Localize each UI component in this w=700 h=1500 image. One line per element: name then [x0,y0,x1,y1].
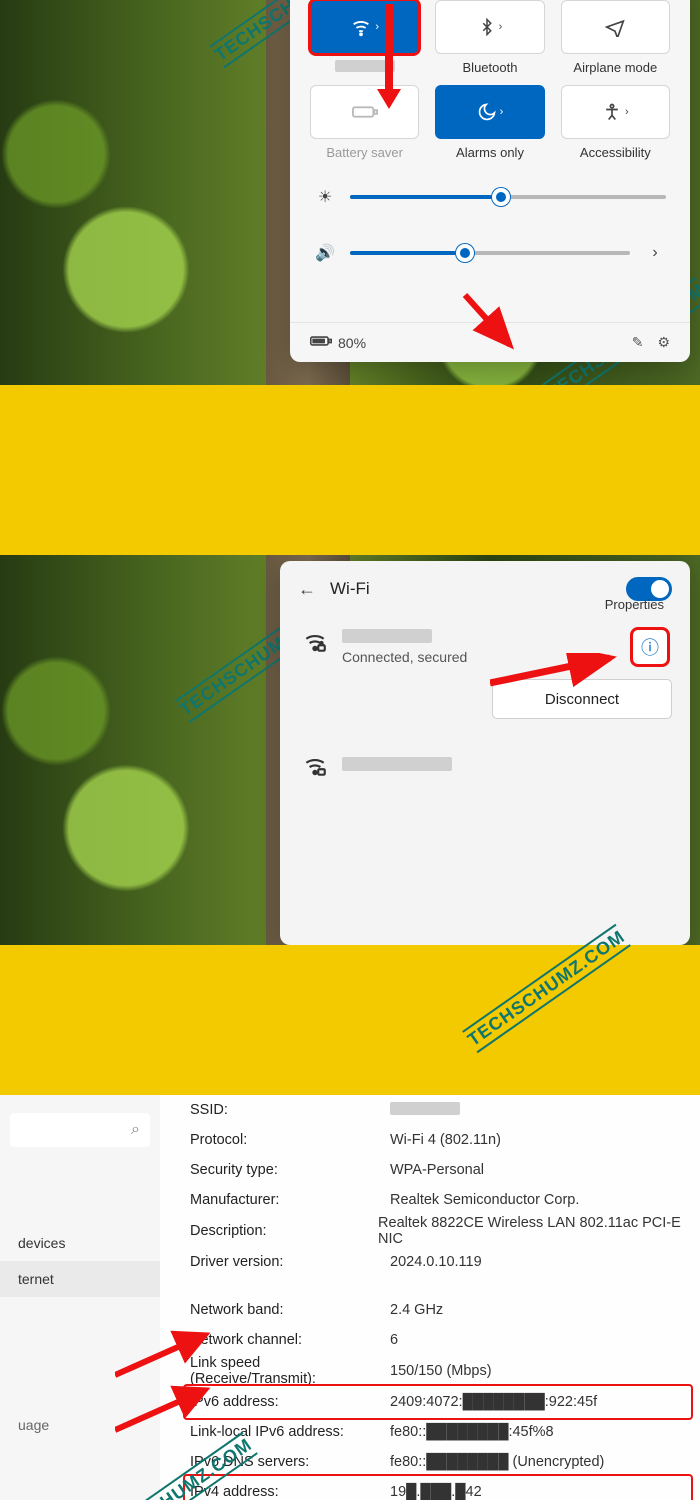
focus-assist-tile[interactable]: › [435,85,544,139]
separator: TECHSCHUMZ.COM [0,945,700,1095]
property-row: Protocol:Wi-Fi 4 (802.11n) [190,1125,690,1155]
wifi-secured-icon [302,629,328,655]
property-row: IPv4 address:19█.███.█42 [186,1477,690,1500]
property-row: Network band:2.4 GHz [190,1295,690,1325]
property-value: 2409:4072:████████:922:45f [390,1394,597,1410]
property-value: WPA-Personal [390,1162,484,1178]
battery-percent: 80% [338,335,366,351]
network-properties-button[interactable]: ⓘ [632,629,668,665]
property-label: SSID: [190,1102,390,1118]
annotation-arrow [385,4,393,94]
wifi-tile[interactable]: › [310,0,419,54]
property-label: Manufacturer: [190,1192,390,1208]
volume-icon: 🔊 [314,242,336,264]
volume-slider[interactable] [350,251,630,255]
property-row: IPv6 address:2409:4072:████████:922:45f [186,1387,690,1417]
property-row: SSID:xxx [190,1095,690,1125]
chevron-right-icon: › [625,106,629,118]
property-label: IPv6 address: [190,1394,390,1410]
property-value: 2.4 GHz [390,1302,443,1318]
property-row: Network channel:6 [190,1325,690,1355]
property-value: 6 [390,1332,398,1348]
brightness-slider[interactable] [350,195,666,199]
property-label: Protocol: [190,1132,390,1148]
edit-icon[interactable]: ✎ [632,334,644,351]
property-row: Link-local IPv6 address:fe80::████████:4… [190,1417,690,1447]
property-value: fe80::████████ (Unencrypted) [390,1454,604,1470]
focus-assist-label: Alarms only [435,145,544,160]
chevron-right-icon[interactable]: › [644,242,666,264]
sidebar-item[interactable]: devices [0,1225,160,1261]
battery-saver-tile[interactable] [310,85,419,139]
property-label: IPv6 DNS servers: [190,1454,390,1470]
property-label: Network band: [190,1302,390,1318]
chevron-right-icon: › [375,21,379,33]
wifi-secured-icon [302,753,328,779]
bluetooth-tile[interactable]: › [435,0,544,54]
property-value: xxx [390,1102,460,1118]
chevron-right-icon: › [499,21,503,33]
property-value: Wi-Fi 4 (802.11n) [390,1132,501,1148]
accessibility-tile[interactable]: › [561,85,670,139]
wifi-flyout-title: Wi-Fi [330,579,370,599]
property-value: 2024.0.10.119 [390,1254,482,1270]
property-row: Link speed (Receive/Transmit):150/150 (M… [190,1355,690,1387]
search-icon: ⌕ [131,1121,140,1139]
property-row: Security type:WPA-Personal [190,1155,690,1185]
property-value: 150/150 (Mbps) [390,1363,492,1379]
property-value: Realtek Semiconductor Corp. [390,1192,579,1208]
sidebar-item-network[interactable]: ternet [0,1261,160,1297]
property-value: 19█.███.█42 [390,1484,482,1500]
gear-icon[interactable]: ⚙ [657,334,670,351]
annotation-arrow [490,653,630,698]
bluetooth-label: Bluetooth [435,60,544,75]
annotation-arrow [460,290,530,360]
property-label: Description: [190,1223,378,1239]
airplane-label: Airplane mode [561,60,670,75]
properties-label: Properties [605,597,664,612]
property-label: Driver version: [190,1254,390,1270]
property-row: Driver version:2024.0.10.119 [190,1247,690,1277]
back-icon[interactable]: ← [298,579,316,600]
wifi-tile-label: xxxxx [310,60,419,75]
separator [0,385,700,555]
volume-slider-row: 🔊 › [314,242,666,264]
property-label: Network channel: [190,1332,390,1348]
accessibility-label: Accessibility [561,145,670,160]
chevron-right-icon: › [500,106,504,118]
battery-saver-label: Battery saver [310,145,419,160]
property-row: Manufacturer:Realtek Semiconductor Corp. [190,1185,690,1215]
property-row: IPv6 DNS servers:fe80::████████ (Unencry… [190,1447,690,1477]
property-value: Realtek 8822CE Wireless LAN 802.11ac PCI… [378,1215,690,1247]
network-name[interactable]: xx xxx xxxxx [342,757,452,775]
network-name: xxxxxx xx [342,629,618,647]
search-input[interactable]: ⌕ [10,1113,150,1147]
property-value: fe80::████████:45f%8 [390,1424,554,1440]
airplane-tile[interactable] [561,0,670,54]
property-label: Security type: [190,1162,390,1178]
battery-icon [310,334,332,351]
property-label: Link speed (Receive/Transmit): [190,1355,390,1387]
brightness-icon: ☀ [314,186,336,208]
wifi-flyout-panel: ← Wi-Fi Properties xxxxxx xx Connected, … [280,561,690,945]
annotation-arrow [115,1385,215,1440]
property-row: Description:Realtek 8822CE Wireless LAN … [190,1215,690,1247]
brightness-slider-row: ☀ [314,186,666,208]
annotation-arrow [115,1330,215,1385]
property-label: Link-local IPv6 address: [190,1424,390,1440]
network-properties-list: SSID:xxxProtocol:Wi-Fi 4 (802.11n)Securi… [190,1095,690,1500]
property-label: IPv4 address: [190,1484,390,1500]
